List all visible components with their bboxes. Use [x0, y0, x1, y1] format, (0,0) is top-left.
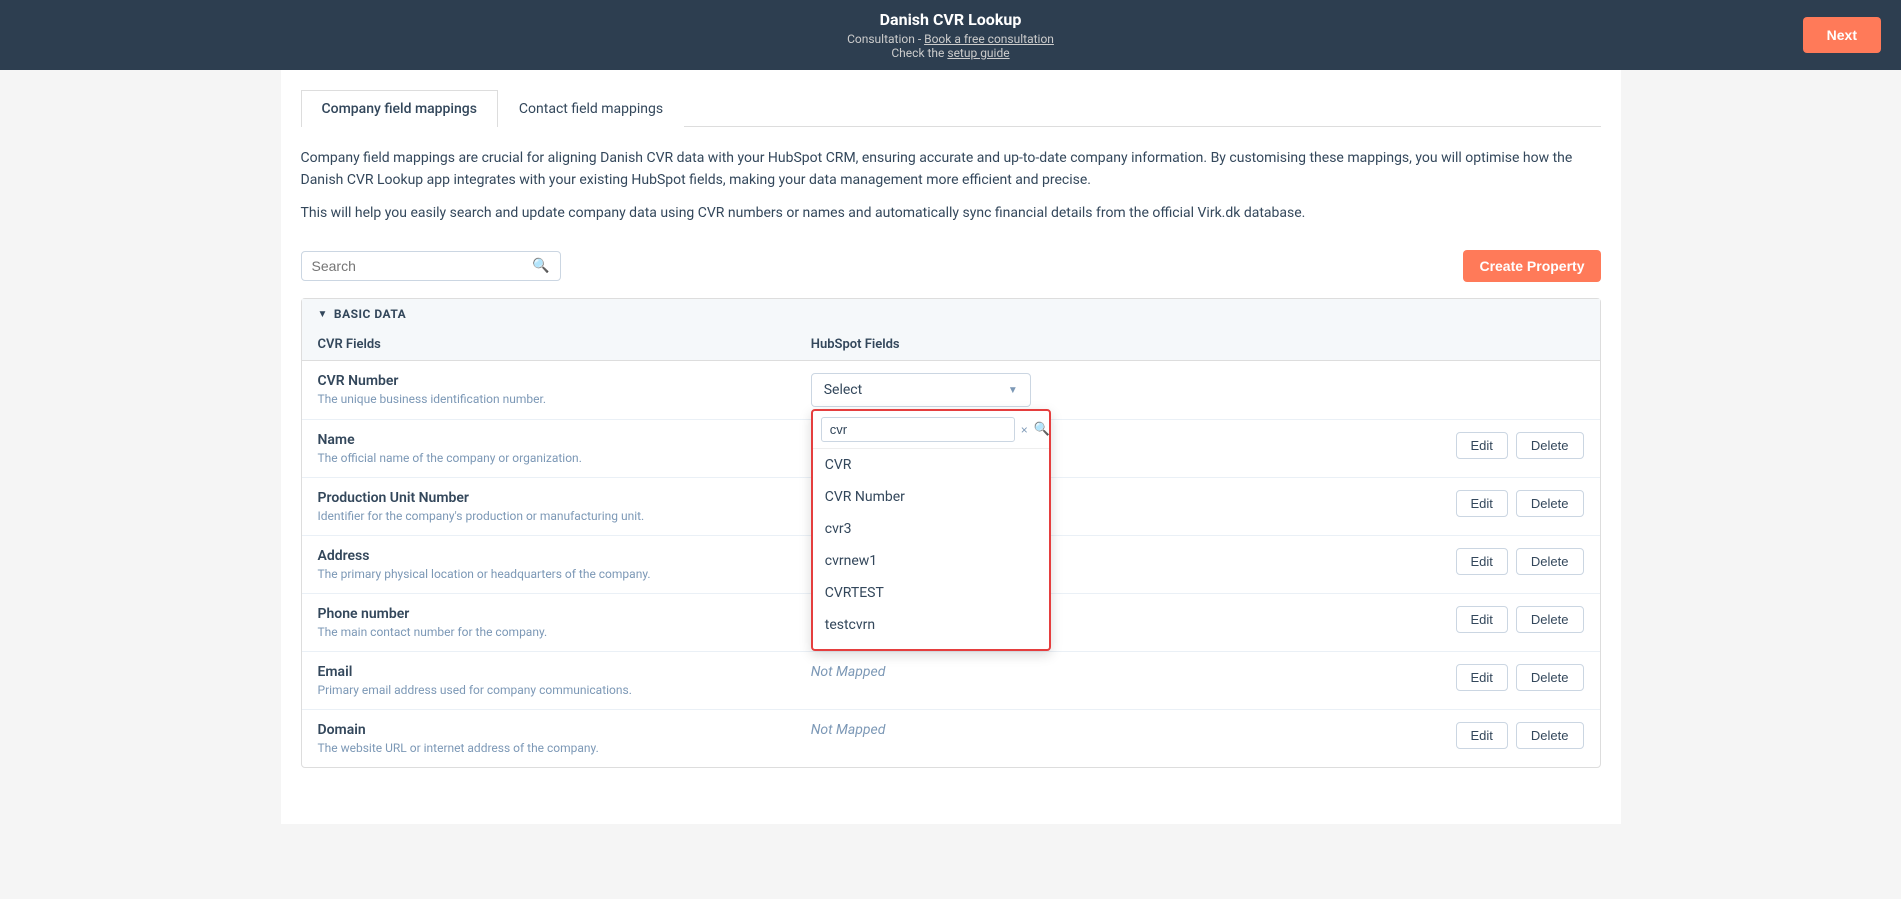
delete-button-production-unit[interactable]: Delete	[1516, 490, 1584, 517]
table-row: Email Primary email address used for com…	[302, 652, 1600, 710]
description-block: Company field mappings are crucial for a…	[301, 127, 1601, 250]
edit-button-address[interactable]: Edit	[1456, 548, 1508, 575]
dropdown-panel: × 🔍 CVR CVR Number cvr3 cvrnew1 CVRTEST	[811, 409, 1051, 651]
tab-contact-field-mappings[interactable]: Contact field mappings	[498, 90, 684, 127]
col-header-hs: HubSpot Fields	[795, 329, 1288, 361]
section-header: ▼ BASIC DATA	[302, 299, 1600, 329]
dropdown-clear-button[interactable]: ×	[1021, 423, 1028, 437]
search-box[interactable]: 🔍	[301, 251, 561, 281]
create-property-button[interactable]: Create Property	[1463, 250, 1600, 282]
next-button[interactable]: Next	[1803, 17, 1881, 53]
consultation-link[interactable]: Book a free consultation	[924, 32, 1054, 46]
field-name-name: Name	[318, 432, 779, 448]
app-header: Danish CVR Lookup Consultation - Book a …	[0, 0, 1901, 70]
app-title: Danish CVR Lookup	[847, 10, 1054, 29]
field-name-phone: Phone number	[318, 606, 779, 622]
col-header-actions	[1288, 329, 1600, 361]
description-para1: Company field mappings are crucial for a…	[301, 147, 1601, 192]
field-desc-name: The official name of the company or orga…	[318, 451, 779, 465]
header-content: Danish CVR Lookup Consultation - Book a …	[847, 10, 1054, 60]
field-desc-cvr-number: The unique business identification numbe…	[318, 392, 779, 406]
field-desc-email: Primary email address used for company c…	[318, 683, 779, 697]
table-row: Domain The website URL or internet addre…	[302, 710, 1600, 768]
delete-button-email[interactable]: Delete	[1516, 664, 1584, 691]
select-wrapper-cvr-number: Select ▼ × 🔍 C	[811, 373, 1031, 407]
delete-button-domain[interactable]: Delete	[1516, 722, 1584, 749]
delete-button-phone[interactable]: Delete	[1516, 606, 1584, 633]
delete-button-address[interactable]: Delete	[1516, 548, 1584, 575]
dropdown-item[interactable]: testcvrn	[813, 609, 1049, 641]
dropdown-item[interactable]: cvrnew1	[813, 545, 1049, 577]
field-name-email: Email	[318, 664, 779, 680]
toolbar: 🔍 Create Property	[301, 250, 1601, 282]
header-subtitle: Consultation - Book a free consultation …	[847, 32, 1054, 60]
setup-text: Check the	[891, 46, 947, 60]
dropdown-item[interactable]: testcvrno	[813, 641, 1049, 649]
tab-company-field-mappings[interactable]: Company field mappings	[301, 90, 498, 127]
table-row: CVR Number The unique business identific…	[302, 361, 1600, 420]
edit-button-name[interactable]: Edit	[1456, 432, 1508, 459]
dropdown-search-icon: 🔍	[1034, 422, 1050, 437]
select-dropdown-cvr-number[interactable]: Select ▼	[811, 373, 1031, 407]
main-content: Company field mappings Contact field map…	[281, 70, 1621, 824]
not-mapped-domain: Not Mapped	[811, 722, 886, 738]
col-header-cvr: CVR Fields	[302, 329, 795, 361]
field-name-domain: Domain	[318, 722, 779, 738]
action-buttons-phone: Edit Delete	[1304, 606, 1584, 633]
dropdown-item[interactable]: CVR Number	[813, 481, 1049, 513]
dropdown-list: CVR CVR Number cvr3 cvrnew1 CVRTEST test…	[813, 449, 1049, 649]
dropdown-item[interactable]: cvr3	[813, 513, 1049, 545]
field-desc-address: The primary physical location or headqua…	[318, 567, 779, 581]
field-desc-domain: The website URL or internet address of t…	[318, 741, 779, 755]
chevron-down-icon: ▼	[1008, 385, 1018, 396]
dropdown-item[interactable]: CVRTEST	[813, 577, 1049, 609]
field-name-address: Address	[318, 548, 779, 564]
dropdown-search-area: × 🔍	[813, 411, 1049, 449]
dropdown-search-input[interactable]	[821, 417, 1015, 442]
field-name-production-unit: Production Unit Number	[318, 490, 779, 506]
field-desc-phone: The main contact number for the company.	[318, 625, 779, 639]
not-mapped-email: Not Mapped	[811, 664, 886, 680]
edit-button-domain[interactable]: Edit	[1456, 722, 1508, 749]
edit-button-production-unit[interactable]: Edit	[1456, 490, 1508, 517]
setup-link[interactable]: setup guide	[947, 46, 1009, 60]
edit-button-email[interactable]: Edit	[1456, 664, 1508, 691]
search-input[interactable]	[312, 258, 529, 274]
collapse-arrow-icon[interactable]: ▼	[318, 309, 328, 320]
edit-button-phone[interactable]: Edit	[1456, 606, 1508, 633]
action-buttons-email: Edit Delete	[1304, 664, 1584, 691]
action-buttons-production-unit: Edit Delete	[1304, 490, 1584, 517]
basic-data-section: ▼ BASIC DATA CVR Fields HubSpot Fields C…	[301, 298, 1601, 768]
section-title: BASIC DATA	[334, 307, 406, 321]
description-para2: This will help you easily search and upd…	[301, 202, 1601, 224]
fields-table: CVR Fields HubSpot Fields CVR Number The…	[302, 329, 1600, 767]
action-buttons-address: Edit Delete	[1304, 548, 1584, 575]
field-desc-production-unit: Identifier for the company's production …	[318, 509, 779, 523]
search-icon: 🔍	[532, 258, 549, 274]
action-buttons-domain: Edit Delete	[1304, 722, 1584, 749]
select-label: Select	[824, 382, 862, 398]
delete-button-name[interactable]: Delete	[1516, 432, 1584, 459]
tab-bar: Company field mappings Contact field map…	[301, 70, 1601, 127]
consultation-text: Consultation -	[847, 32, 924, 46]
field-name-cvr-number: CVR Number	[318, 373, 779, 389]
action-buttons-name: Edit Delete	[1304, 432, 1584, 459]
dropdown-item[interactable]: CVR	[813, 449, 1049, 481]
